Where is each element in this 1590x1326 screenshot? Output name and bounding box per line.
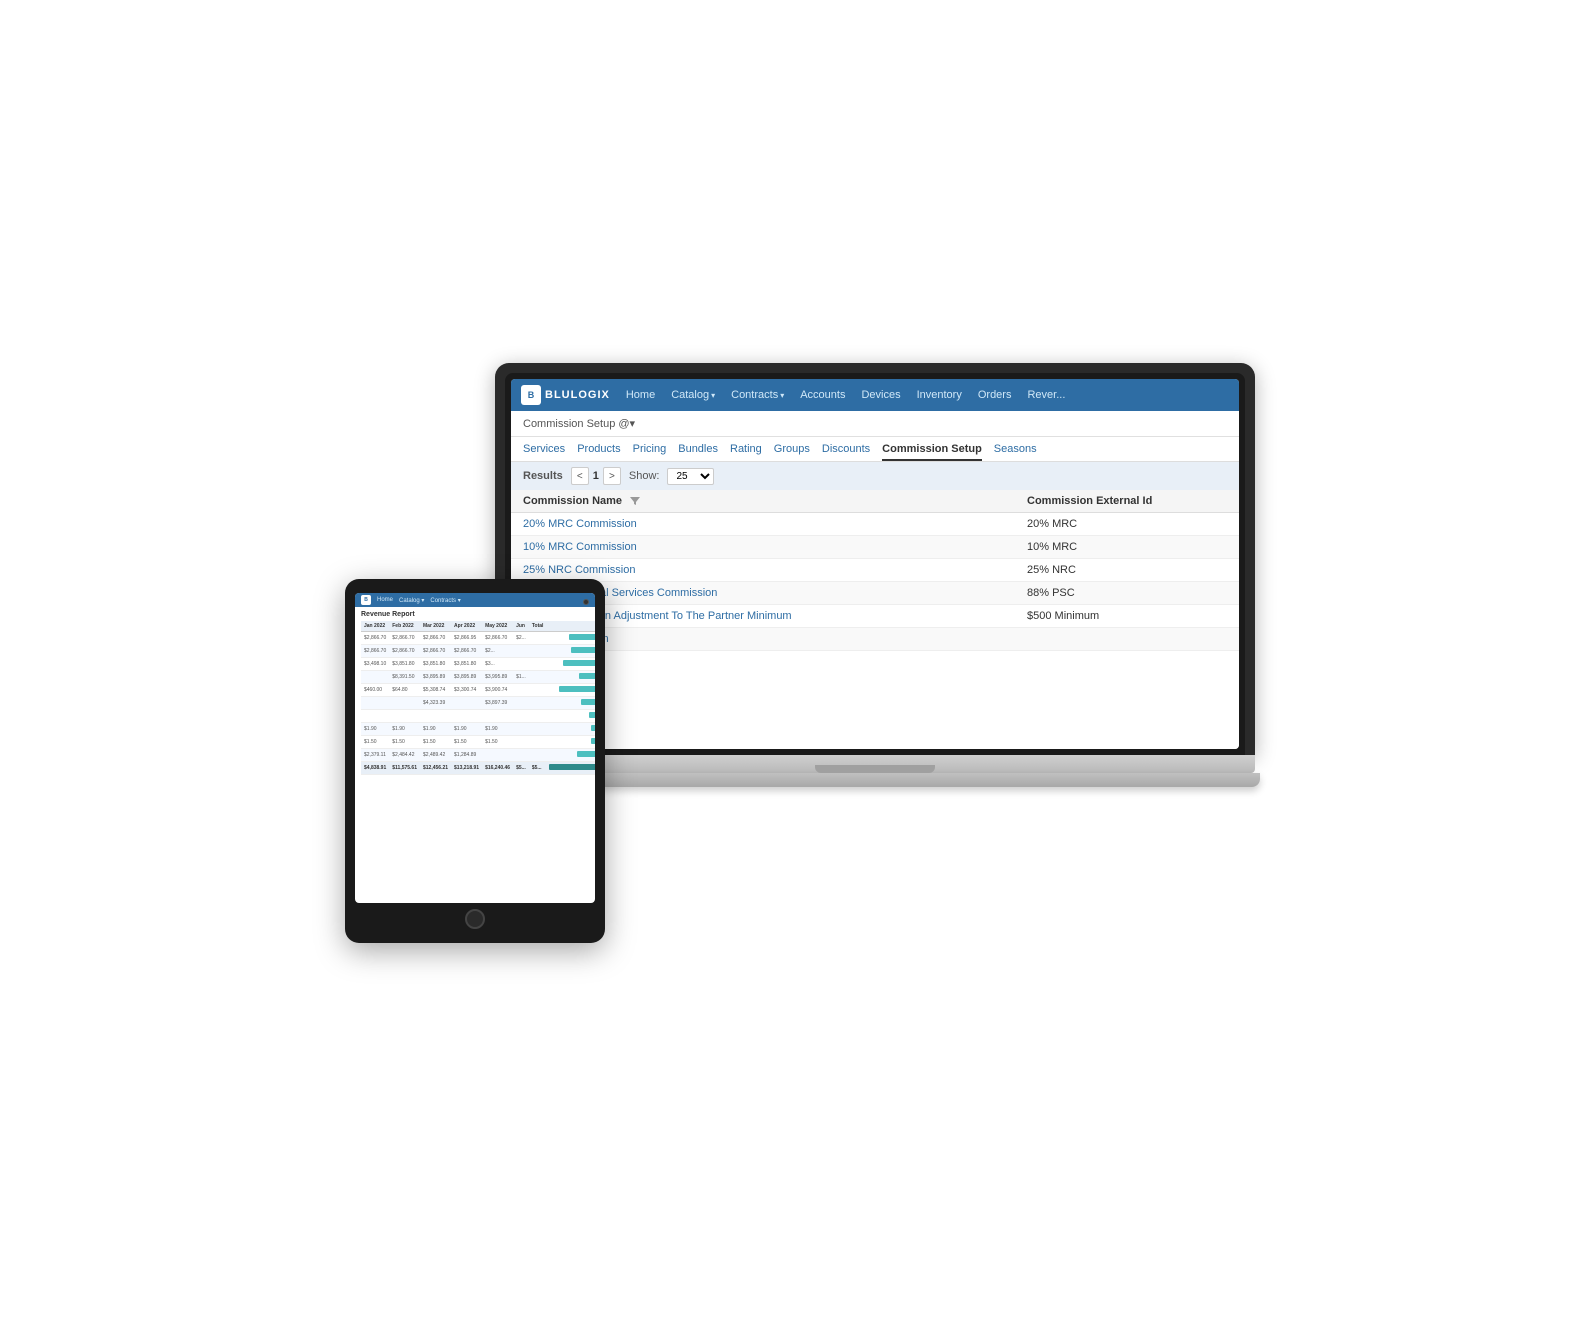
tablet-data-row: $2,866.70$2,866.70$2,866.70$2,866.70$2..…: [361, 645, 595, 658]
commission-name: 25% NRC Commission: [523, 564, 1027, 576]
commission-ext-id: [1027, 633, 1227, 645]
laptop-base: [495, 755, 1255, 773]
tablet-col-jan: Jan 2022: [361, 621, 389, 632]
toolbar: Results < 1 > Show: 25 50 100: [511, 462, 1239, 490]
tablet-col-total: Total: [529, 621, 547, 632]
tabs-bar: Services Products Pricing Bundles Rating…: [511, 437, 1239, 462]
tab-pricing[interactable]: Pricing: [633, 443, 667, 461]
app-logo: B BLULOGIX: [521, 385, 610, 405]
commission-name: 10% MRC Commission: [523, 541, 1027, 553]
tablet-data-row: $3,498.10$3,851.80$3,851.80$3,851.80$3..…: [361, 658, 595, 671]
commission-ext-id: $500 Minimum: [1027, 610, 1227, 622]
show-label: Show:: [629, 470, 660, 482]
contracts-dropdown-arrow: ▾: [780, 391, 784, 400]
next-page-button[interactable]: >: [603, 467, 621, 485]
tab-bundles[interactable]: Bundles: [678, 443, 718, 461]
app-ui: B BLULOGIX Home Catalog ▾ Contracts ▾ Ac…: [511, 379, 1239, 749]
commission-ext-id: 25% NRC: [1027, 564, 1227, 576]
commission-ext-id: 88% PSC: [1027, 587, 1227, 599]
tablet-device: B Home Catalog ▾ Contracts ▾ Revenue Rep…: [345, 579, 605, 943]
laptop-screen: B BLULOGIX Home Catalog ▾ Contracts ▾ Ac…: [511, 379, 1239, 749]
nav-contracts[interactable]: Contracts ▾: [731, 389, 784, 401]
tablet-col-chart: [546, 621, 595, 632]
nav-devices[interactable]: Devices: [861, 389, 900, 401]
tab-discounts[interactable]: Discounts: [822, 443, 870, 461]
prev-page-button[interactable]: <: [571, 467, 589, 485]
nav-orders[interactable]: Orders: [978, 389, 1012, 401]
tablet-nav-catalog: Catalog ▾: [399, 597, 424, 604]
table-row[interactable]: 20% MRC Commission 20% MRC: [511, 513, 1239, 536]
logo-text: BLULOGIX: [545, 389, 610, 401]
tab-services[interactable]: Services: [523, 443, 565, 461]
filter-icon[interactable]: [629, 495, 641, 507]
nav-catalog[interactable]: Catalog ▾: [671, 389, 715, 401]
tab-products[interactable]: Products: [577, 443, 620, 461]
pagination: < 1 >: [571, 467, 621, 485]
nav-accounts[interactable]: Accounts: [800, 389, 845, 401]
tablet-navbar: B Home Catalog ▾ Contracts ▾: [355, 593, 595, 607]
tab-rating[interactable]: Rating: [730, 443, 762, 461]
nav-inventory[interactable]: Inventory: [917, 389, 962, 401]
tablet-body: Revenue Report Jan 2022 Feb 2022 Mar 202…: [355, 607, 595, 779]
scene: B BLULOGIX Home Catalog ▾ Contracts ▾ Ac…: [345, 363, 1245, 963]
table-row[interactable]: 88% Professional Services Commission 88%…: [511, 582, 1239, 605]
tab-groups[interactable]: Groups: [774, 443, 810, 461]
commission-ext-id: 20% MRC: [1027, 518, 1227, 530]
tablet-data-row: $4,323.39$3,897.39: [361, 697, 595, 710]
breadcrumb: Commission Setup @▾: [511, 411, 1239, 437]
tablet-col-jun: Jun: [513, 621, 529, 632]
tablet-title: Revenue Report: [361, 611, 589, 618]
tab-commission-setup[interactable]: Commission Setup: [882, 443, 982, 461]
tablet-home-button[interactable]: [465, 909, 485, 929]
laptop-screen-outer: B BLULOGIX Home Catalog ▾ Contracts ▾ Ac…: [495, 363, 1255, 755]
commission-ext-id: 10% MRC: [1027, 541, 1227, 553]
tablet-data-row: $8,391.50$3,895.89$3,895.89$3,995.89$1..…: [361, 671, 595, 684]
tablet-camera: [583, 599, 589, 605]
table-row[interactable]: $500 Commission Adjustment To The Partne…: [511, 605, 1239, 628]
tablet-logo: B: [361, 595, 371, 605]
table-header: Commission Name Commission External Id: [511, 490, 1239, 513]
tablet-content: B Home Catalog ▾ Contracts ▾ Revenue Rep…: [355, 593, 595, 903]
table-row[interactable]: 10% Commission: [511, 628, 1239, 651]
commission-name: 20% MRC Commission: [523, 518, 1027, 530]
tablet-screen: B Home Catalog ▾ Contracts ▾ Revenue Rep…: [355, 593, 595, 903]
tablet-data-row: $2,866.70$2,866.70$2,866.70$2,866.95$2,8…: [361, 632, 595, 645]
catalog-dropdown-arrow: ▾: [711, 391, 715, 400]
navbar: B BLULOGIX Home Catalog ▾ Contracts ▾ Ac…: [511, 379, 1239, 411]
laptop-bezel: B BLULOGIX Home Catalog ▾ Contracts ▾ Ac…: [505, 373, 1245, 755]
tablet-col-mar: Mar 2022: [420, 621, 451, 632]
show-select[interactable]: 25 50 100: [667, 468, 714, 485]
tablet-data-row: $1.90$1.90$1.90$1.90$1.90: [361, 723, 595, 736]
col-header-name: Commission Name: [523, 495, 1027, 507]
table-row[interactable]: 25% NRC Commission 25% NRC: [511, 559, 1239, 582]
tablet-table: Jan 2022 Feb 2022 Mar 2022 Apr 2022 May …: [361, 621, 595, 775]
tab-seasons[interactable]: Seasons: [994, 443, 1037, 461]
tablet-data-row: $1.50$1.50$1.50$1.50$1.50: [361, 736, 595, 749]
tablet-outer: B Home Catalog ▾ Contracts ▾ Revenue Rep…: [345, 579, 605, 943]
laptop-hinge: [815, 765, 935, 773]
tablet-nav-contracts: Contracts ▾: [430, 597, 460, 604]
table-row[interactable]: 10% MRC Commission 10% MRC: [511, 536, 1239, 559]
tablet-data-row: $2,379.11$2,484.42$2,489.42$1,284.89: [361, 749, 595, 762]
current-page: 1: [593, 470, 599, 482]
laptop-device: B BLULOGIX Home Catalog ▾ Contracts ▾ Ac…: [495, 363, 1255, 787]
nav-home[interactable]: Home: [626, 389, 655, 401]
results-label: Results: [523, 470, 563, 482]
nav-revenue[interactable]: Rever...: [1027, 389, 1065, 401]
tablet-col-may: May 2022: [482, 621, 513, 632]
tablet-col-feb: Feb 2022: [389, 621, 420, 632]
laptop-foot: [490, 773, 1260, 787]
commission-table: Commission Name Commission External Id 2…: [511, 490, 1239, 749]
tablet-data-row: $460.00$64.80$5,308.74$3,300.74$3,900.74: [361, 684, 595, 697]
tablet-data-row: [361, 710, 595, 723]
col-header-ext-id: Commission External Id: [1027, 495, 1227, 507]
tablet-total-row: $4,838.91$11,575.61$12,456.21$13,218.91$…: [361, 762, 595, 775]
logo-icon: B: [521, 385, 541, 405]
tablet-nav-home: Home: [377, 597, 393, 603]
tablet-col-apr: Apr 2022: [451, 621, 482, 632]
